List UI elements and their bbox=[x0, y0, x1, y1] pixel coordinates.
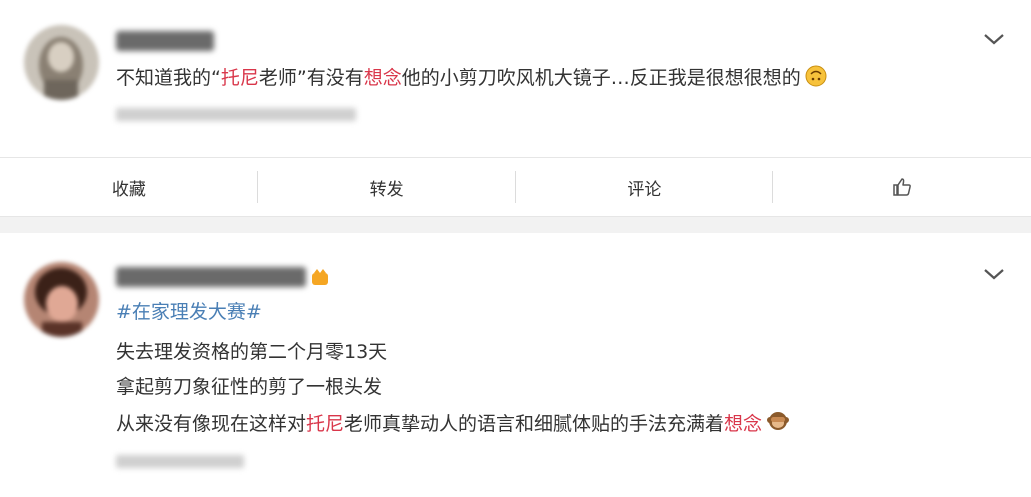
post-line: 拿起剪刀象征性的剪了一根头发 bbox=[116, 376, 383, 398]
hashtag-link[interactable]: #在家理发大赛# bbox=[116, 299, 262, 325]
text-part: 老师真挚动人的语言和细腻体贴的手法充满着 bbox=[344, 413, 725, 435]
thumbs-up-icon bbox=[893, 178, 911, 196]
chevron-down-icon[interactable] bbox=[982, 266, 1006, 282]
post-text: 不知道我的“托尼老师”有没有想念他的小剪刀吹风机大镜子…反正我是很想很想的 bbox=[116, 65, 827, 91]
highlight-keyword[interactable]: 托尼 bbox=[306, 413, 344, 435]
highlight-keyword[interactable]: 托尼 bbox=[221, 67, 259, 89]
post-meta bbox=[116, 108, 356, 121]
like-button[interactable] bbox=[773, 158, 1031, 216]
username[interactable] bbox=[116, 31, 214, 51]
comment-label: 评论 bbox=[627, 179, 662, 200]
text-part: 老师”有没有 bbox=[258, 67, 364, 89]
chevron-down-icon[interactable] bbox=[982, 31, 1006, 47]
highlight-keyword[interactable]: 想念 bbox=[724, 413, 762, 435]
action-toolbar: 收藏 转发 评论 bbox=[0, 157, 1031, 216]
post-meta bbox=[116, 455, 244, 468]
repost-button[interactable]: 转发 bbox=[258, 158, 516, 216]
avatar[interactable] bbox=[24, 25, 99, 100]
upside-down-face-icon bbox=[805, 65, 827, 87]
favorite-label: 收藏 bbox=[111, 179, 146, 200]
text-part: 不知道我的“ bbox=[116, 67, 221, 89]
comment-button[interactable]: 评论 bbox=[516, 158, 774, 216]
post-line: 失去理发资格的第二个月零13天 bbox=[116, 341, 388, 363]
repost-label: 转发 bbox=[369, 179, 404, 200]
post-card-1: 不知道我的“托尼老师”有没有想念他的小剪刀吹风机大镜子…反正我是很想很想的 收藏… bbox=[0, 0, 1031, 217]
text-part: 他的小剪刀吹风机大镜子…反正我是很想很想的 bbox=[401, 67, 801, 89]
post-card-2: #在家理发大赛# 失去理发资格的第二个月零13天 拿起剪刀象征性的剪了一根头发 … bbox=[0, 233, 1031, 497]
username[interactable] bbox=[116, 267, 306, 287]
highlight-keyword[interactable]: 想念 bbox=[364, 67, 402, 89]
post-line: 从来没有像现在这样对托尼老师真挚动人的语言和细腻体贴的手法充满着想念 bbox=[116, 409, 790, 437]
text-part: 从来没有像现在这样对 bbox=[116, 413, 307, 435]
vip-crown-icon bbox=[312, 269, 328, 285]
see-no-evil-monkey-icon bbox=[767, 412, 790, 430]
favorite-button[interactable]: 收藏 bbox=[0, 158, 258, 216]
avatar[interactable] bbox=[24, 262, 99, 337]
